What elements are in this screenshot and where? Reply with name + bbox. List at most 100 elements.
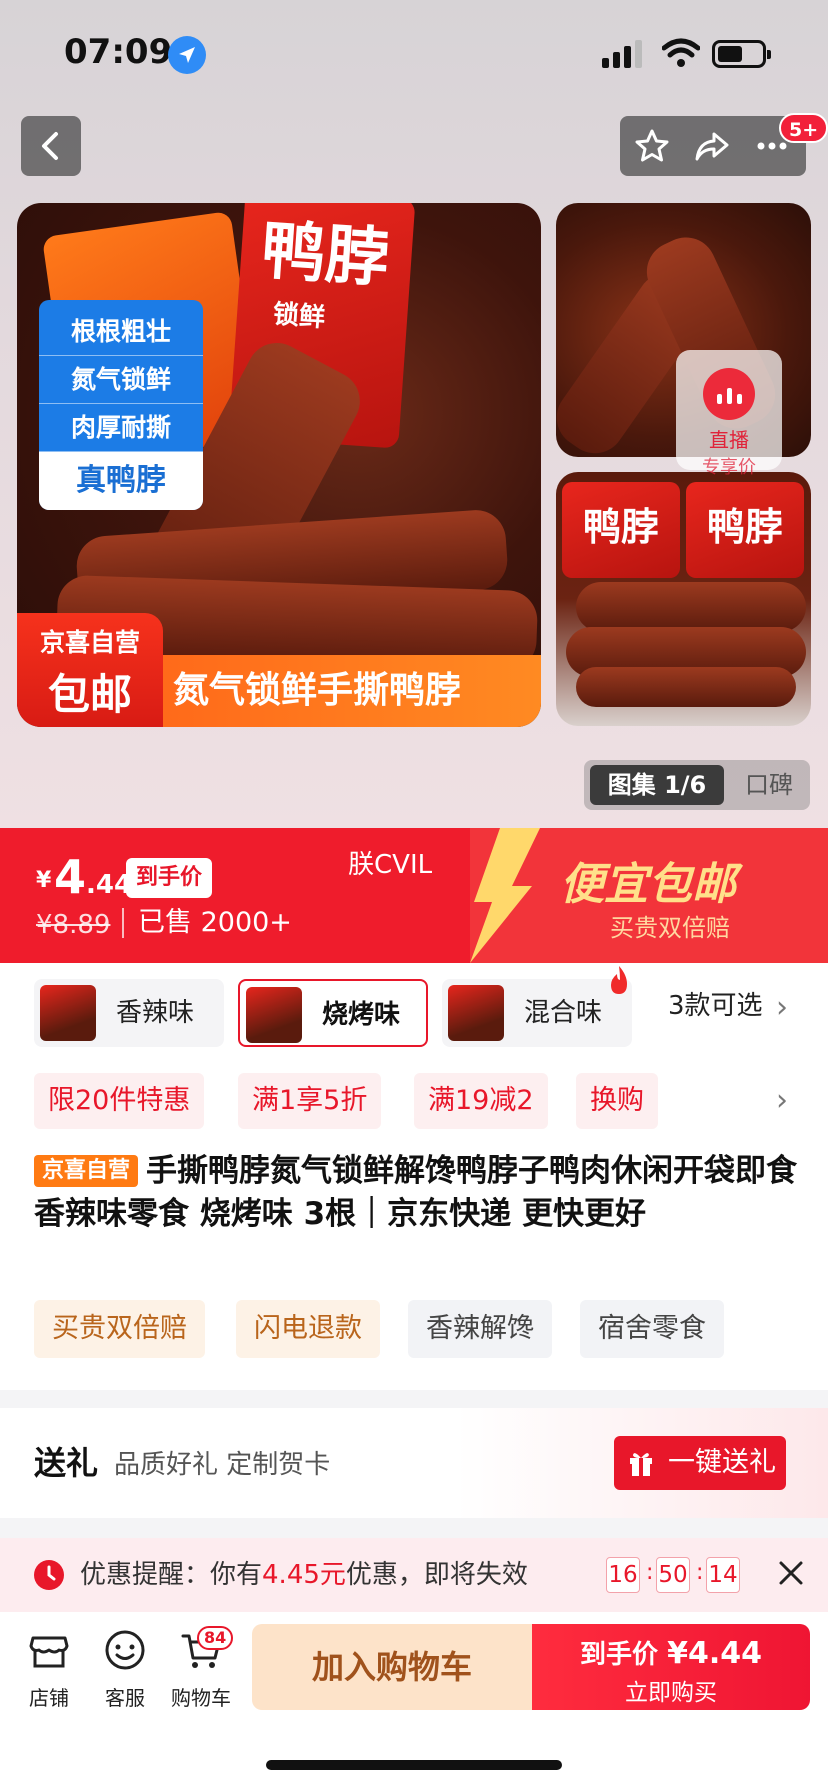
package-image: 鸭脖 [562, 482, 680, 578]
store-icon [29, 1636, 69, 1668]
reminder-prefix: 优惠提醒：你有 [80, 1560, 263, 1590]
location-icon [168, 36, 206, 74]
countdown-seconds: 14 [706, 1557, 740, 1593]
self-operated-label: 京喜自营 [39, 628, 140, 657]
variant-thumbnail [246, 987, 302, 1043]
more-variants-link[interactable]: 3款可选 [668, 980, 763, 1032]
variant-option[interactable]: 香辣味 [34, 979, 224, 1047]
gallery-counter-tab[interactable]: 图集 1/6 [590, 765, 724, 805]
reminder-text: 优惠提醒：你有4.45元优惠，即将失效 [80, 1538, 528, 1612]
promo-tag[interactable]: 限20件特惠 [34, 1073, 205, 1129]
bottom-action-bar: 店铺 客服 购物车 84 加入购物车 到手价 ¥4.44 立即购买 [0, 1612, 828, 1792]
reminder-suffix: 优惠，即将失效 [345, 1560, 528, 1590]
service-chip[interactable]: 闪电退款 [236, 1300, 380, 1358]
clock-icon [34, 1560, 64, 1590]
share-icon[interactable] [694, 128, 730, 164]
service-chip[interactable]: 买贵双倍赔 [34, 1300, 205, 1358]
duck-neck-image [576, 667, 796, 707]
lightning-icon [470, 828, 540, 963]
countdown-separator: : [696, 1560, 704, 1585]
variant-option-selected[interactable]: 烧烤味 [238, 979, 428, 1047]
overlay-text: 朕CVIL [348, 850, 433, 880]
variant-option[interactable]: 混合味 [442, 979, 632, 1047]
feature-bullet: 根根粗壮 [39, 308, 203, 356]
countdown-hours: 16 [606, 1557, 640, 1593]
feature-bullet: 肉厚耐撕 [39, 404, 203, 452]
chevron-right-icon[interactable]: › [776, 990, 788, 1025]
variant-thumbnail [448, 985, 504, 1041]
duck-neck-image [576, 582, 806, 632]
buy-now-label: 立即购买 [625, 1680, 717, 1706]
hot-icon [611, 966, 627, 994]
buy-price-value: ¥4.44 [667, 1636, 762, 1671]
price-banner: ¥ 4.44 到手价 ¥8.89 已售 2000+ 朕CVIL 便宜包邮 买贵双… [0, 828, 828, 963]
status-bar: 07:09 [0, 0, 828, 110]
countdown-separator: : [646, 1560, 654, 1585]
current-price: 4.44 [54, 850, 132, 904]
tag-chip[interactable]: 香辣解馋 [408, 1300, 552, 1358]
chevron-left-icon [42, 132, 58, 160]
gallery-tabs: 图集 1/6 口碑 [584, 760, 810, 810]
reviews-tab[interactable]: 口碑 [736, 765, 802, 805]
buy-price-label: 到手价 [580, 1640, 659, 1670]
cellular-signal-icon [602, 40, 642, 68]
thumbnail-image[interactable]: 鸭脖 鸭脖 [556, 472, 811, 726]
notification-badge: 5+ [779, 113, 828, 143]
original-price: ¥8.89 [36, 910, 111, 940]
gift-title: 送礼 [34, 1444, 99, 1482]
store-nav[interactable]: 店铺 [14, 1628, 84, 1711]
buy-price-line: 到手价 ¥4.44 [532, 1634, 810, 1671]
self-operated-badge: 京喜自营 [34, 1155, 139, 1187]
close-icon[interactable] [776, 1558, 806, 1588]
star-icon[interactable] [634, 128, 670, 164]
product-gallery-area: 07:09 5+ 鸭脖 锁鲜 根根粗壮 氮气锁鲜 肉厚耐撕 真鸭脖 京喜自营 包… [0, 0, 828, 828]
variant-label: 烧烤味 [322, 1000, 401, 1030]
back-button[interactable] [21, 116, 81, 176]
service-chips: 买贵双倍赔 闪电退款 香辣解馋 宿舍零食 [0, 1300, 828, 1360]
feature-highlight: 真鸭脖 [39, 452, 203, 510]
countdown-minutes: 50 [656, 1557, 690, 1593]
top-actions [620, 116, 806, 176]
buy-now-button[interactable]: 到手价 ¥4.44 立即购买 [532, 1624, 810, 1710]
section-divider [0, 1518, 828, 1538]
customer-service-nav[interactable]: 客服 [90, 1628, 160, 1711]
customer-service-icon [105, 1630, 145, 1670]
clock: 07:09 [64, 32, 173, 72]
home-indicator [266, 1760, 562, 1770]
section-divider [0, 1390, 828, 1408]
promotion-tags: 限20件特惠 满1享5折 满19减2 换购 [0, 1065, 828, 1145]
store-label: 店铺 [29, 1686, 69, 1710]
price-integer: 4 [54, 850, 87, 904]
gift-section: 送礼 品质好礼 定制贺卡 一键送礼 [0, 1408, 828, 1518]
live-sublabel: 专享价 [702, 457, 756, 478]
live-stream-entry[interactable]: 直播 专享价 [676, 350, 782, 478]
gift-icon [630, 1453, 652, 1476]
package-label: 鸭脖 [258, 212, 392, 297]
main-product-image[interactable]: 鸭脖 锁鲜 根根粗壮 氮气锁鲜 肉厚耐撕 真鸭脖 京喜自营 包邮 氮气锁鲜手撕鸭… [17, 203, 541, 727]
free-shipping-label: 包邮 [47, 670, 132, 719]
add-to-cart-button[interactable]: 加入购物车 [252, 1624, 532, 1710]
variant-thumbnail [40, 985, 96, 1041]
reminder-amount: 4.45元 [262, 1560, 346, 1590]
chevron-right-icon[interactable]: › [776, 1083, 788, 1118]
promo-tag[interactable]: 满1享5折 [238, 1073, 382, 1129]
self-operated-tag: 京喜自营 包邮 [17, 613, 163, 727]
promo-subtitle: 买贵双倍赔 [610, 914, 730, 942]
promo-tag[interactable]: 满19减2 [414, 1073, 548, 1129]
product-title-text: 手撕鸭脖氮气锁鲜解馋鸭脖子鸭肉休闲开袋即食香辣味零食 烧烤味 3根｜京东快递 更… [34, 1153, 798, 1232]
promo-title: 便宜包邮 [560, 859, 736, 910]
battery-icon [712, 40, 771, 68]
gift-subtitle: 品质好礼 定制贺卡 [114, 1450, 331, 1480]
cart-count-badge: 84 [197, 1626, 234, 1650]
currency-symbol: ¥ [36, 868, 52, 893]
customer-service-label: 客服 [105, 1686, 145, 1710]
send-gift-label: 一键送礼 [668, 1447, 776, 1478]
live-label: 直播 [709, 428, 749, 452]
variant-label: 香辣味 [116, 998, 195, 1028]
cart-label: 购物车 [171, 1686, 231, 1710]
discount-reminder: 优惠提醒：你有4.45元优惠，即将失效 16 : 50 : 14 [0, 1538, 828, 1612]
product-title: 京喜自营 手撕鸭脖氮气锁鲜解馋鸭脖子鸭肉休闲开袋即食香辣味零食 烧烤味 3根｜京东… [34, 1150, 798, 1236]
tag-chip[interactable]: 宿舍零食 [580, 1300, 724, 1358]
send-gift-button[interactable]: 一键送礼 [614, 1436, 786, 1490]
promo-tag[interactable]: 换购 [576, 1073, 658, 1129]
